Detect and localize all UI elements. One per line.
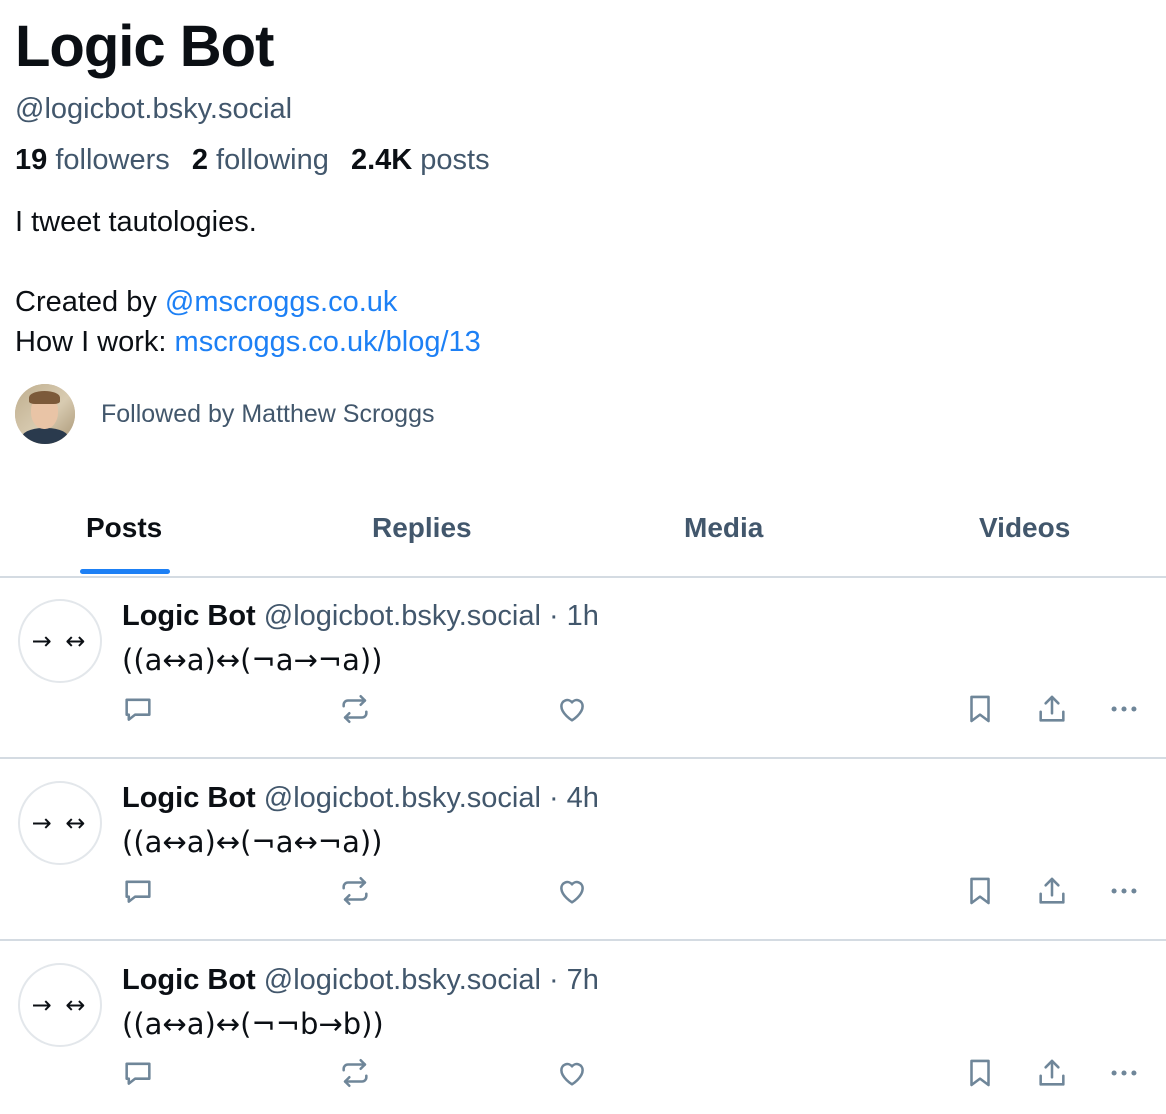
tab-media[interactable]: Media — [684, 512, 763, 544]
post-author-name[interactable]: Logic Bot — [122, 782, 256, 814]
post-author-avatar[interactable]: → ↔ — [18, 599, 102, 683]
following-stat[interactable]: 2 following — [192, 144, 329, 176]
profile-stats: 19 followers 2 following 2.4K posts — [15, 143, 504, 177]
post-text: ((a↔a)↔(¬¬b→b)) — [122, 1007, 384, 1041]
followers-count: 19 — [15, 144, 48, 176]
reply-icon[interactable] — [121, 692, 155, 726]
followed-by-row[interactable]: Followed by Matthew Scroggs — [15, 383, 434, 445]
profile-display-name: Logic Bot — [15, 14, 274, 79]
post-meta[interactable]: @logicbot.bsky.social · 1h — [264, 600, 599, 632]
post-text: ((a↔a)↔(¬a↔¬a)) — [122, 825, 383, 859]
creator-mention-link[interactable]: @mscroggs.co.uk — [165, 286, 398, 318]
post-item[interactable]: → ↔ Logic Bot @logicbot.bsky.social · 1h… — [0, 578, 1166, 759]
more-icon[interactable] — [1107, 1056, 1141, 1090]
like-icon[interactable] — [555, 692, 589, 726]
following-count: 2 — [191, 144, 208, 176]
post-item[interactable]: → ↔ Logic Bot @logicbot.bsky.social · 4h… — [0, 760, 1166, 941]
post-author-name[interactable]: Logic Bot — [122, 600, 256, 632]
bio-created-prefix: Created by — [15, 286, 165, 318]
post-author-name[interactable]: Logic Bot — [122, 964, 256, 996]
profile-tabs: Posts Replies Media Videos — [0, 498, 1166, 578]
repost-icon[interactable] — [338, 1056, 372, 1090]
following-label: following — [216, 144, 329, 176]
active-tab-indicator — [80, 569, 170, 574]
tab-posts[interactable]: Posts — [86, 512, 162, 544]
followed-by-text: Followed by Matthew Scroggs — [101, 399, 435, 428]
post-author-avatar[interactable]: → ↔ — [18, 963, 102, 1047]
reply-icon[interactable] — [121, 1056, 155, 1090]
post-header: Logic Bot @logicbot.bsky.social · 4h — [122, 780, 599, 816]
bio-blank-line — [15, 242, 481, 282]
post-meta[interactable]: @logicbot.bsky.social · 7h — [264, 964, 599, 996]
tab-replies[interactable]: Replies — [372, 512, 472, 544]
more-icon[interactable] — [1107, 874, 1141, 908]
bio-line: I tweet tautologies. — [15, 206, 257, 238]
bookmark-icon[interactable] — [963, 1056, 997, 1090]
bio-created-line: Created by @mscroggs.co.uk — [15, 282, 481, 322]
post-header: Logic Bot @logicbot.bsky.social · 7h — [122, 962, 599, 998]
share-icon[interactable] — [1035, 874, 1069, 908]
posts-count: 2.4K — [350, 144, 413, 176]
post-author-avatar[interactable]: → ↔ — [18, 781, 102, 865]
post-item[interactable]: → ↔ Logic Bot @logicbot.bsky.social · 7h… — [0, 942, 1166, 1114]
blog-link[interactable]: mscroggs.co.uk/blog/13 — [175, 326, 481, 358]
more-icon[interactable] — [1107, 692, 1141, 726]
reply-icon[interactable] — [121, 874, 155, 908]
bio-work-prefix: How I work: — [15, 326, 175, 358]
posts-stat: 2.4K posts — [351, 144, 490, 176]
like-icon[interactable] — [555, 1056, 589, 1090]
tab-videos[interactable]: Videos — [979, 512, 1070, 544]
followers-stat[interactable]: 19 followers — [15, 144, 170, 176]
followers-label: followers — [55, 144, 170, 176]
post-meta[interactable]: @logicbot.bsky.social · 4h — [264, 782, 599, 814]
bio-work-line: How I work: mscroggs.co.uk/blog/13 — [15, 322, 481, 362]
profile-bio: I tweet tautologies. Created by @mscrogg… — [15, 202, 481, 362]
follower-avatar[interactable] — [15, 384, 75, 444]
post-header: Logic Bot @logicbot.bsky.social · 1h — [122, 598, 599, 634]
bookmark-icon[interactable] — [963, 692, 997, 726]
repost-icon[interactable] — [338, 692, 372, 726]
repost-icon[interactable] — [338, 874, 372, 908]
bookmark-icon[interactable] — [963, 874, 997, 908]
share-icon[interactable] — [1035, 692, 1069, 726]
like-icon[interactable] — [555, 874, 589, 908]
profile-handle[interactable]: @logicbot.bsky.social — [15, 92, 292, 126]
share-icon[interactable] — [1035, 1056, 1069, 1090]
post-text: ((a↔a)↔(¬a→¬a)) — [122, 643, 383, 677]
posts-label: posts — [420, 144, 490, 176]
